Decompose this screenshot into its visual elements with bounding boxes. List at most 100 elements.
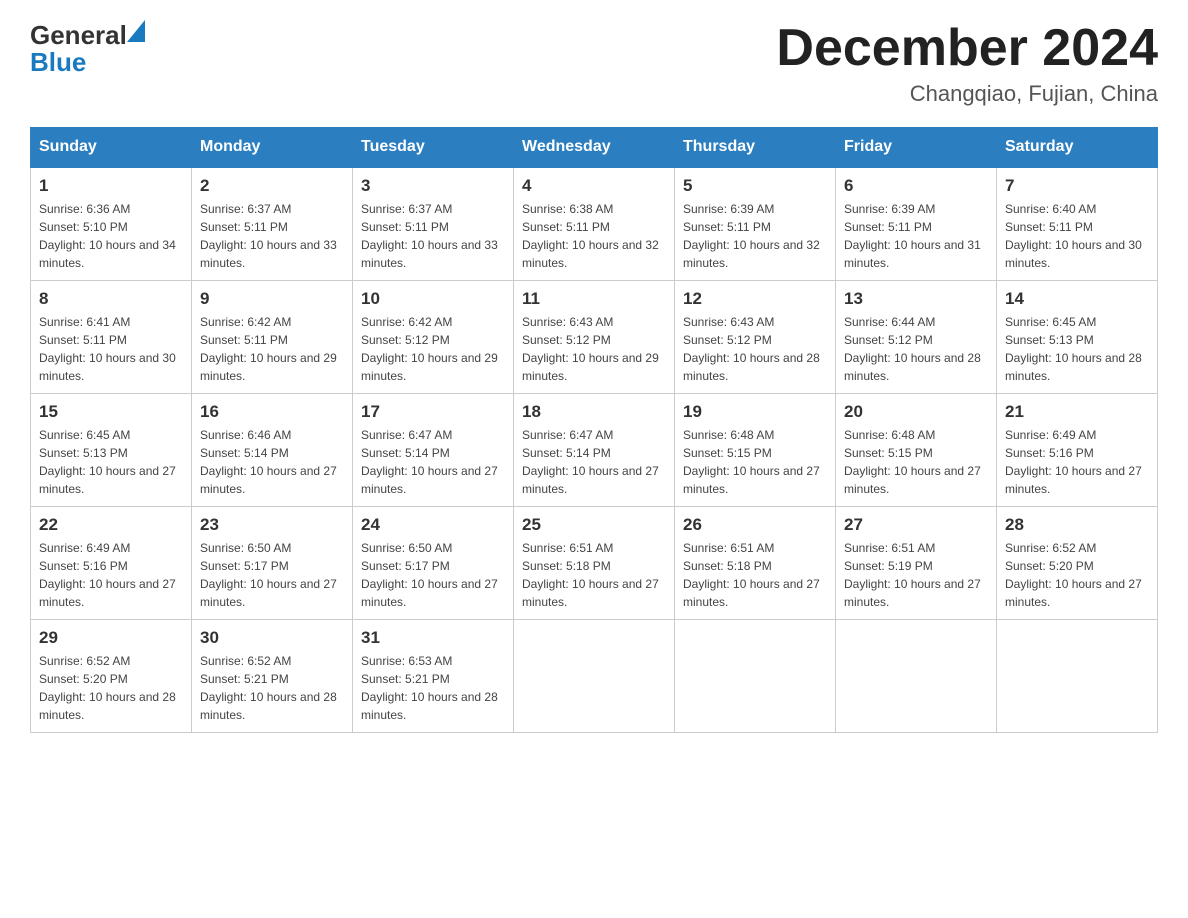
logo-area: General Blue — [30, 20, 145, 78]
day-number: 29 — [39, 628, 183, 648]
day-info: Sunrise: 6:52 AMSunset: 5:20 PMDaylight:… — [1005, 539, 1149, 611]
day-info: Sunrise: 6:47 AMSunset: 5:14 PMDaylight:… — [361, 426, 505, 498]
day-number: 9 — [200, 289, 344, 309]
calendar-row-0: 1Sunrise: 6:36 AMSunset: 5:10 PMDaylight… — [31, 167, 1158, 281]
day-number: 6 — [844, 176, 988, 196]
weekday-header-monday: Monday — [192, 128, 353, 168]
page-header: General Blue December 2024 Changqiao, Fu… — [30, 20, 1158, 107]
calendar-cell — [836, 620, 997, 733]
day-number: 12 — [683, 289, 827, 309]
day-info: Sunrise: 6:52 AMSunset: 5:20 PMDaylight:… — [39, 652, 183, 724]
calendar-cell — [675, 620, 836, 733]
location-subtitle: Changqiao, Fujian, China — [776, 81, 1158, 107]
day-info: Sunrise: 6:37 AMSunset: 5:11 PMDaylight:… — [361, 200, 505, 272]
calendar-cell: 28Sunrise: 6:52 AMSunset: 5:20 PMDayligh… — [997, 507, 1158, 620]
day-number: 1 — [39, 176, 183, 196]
calendar-cell: 25 Sunrise: 6:51 AMSunset: 5:18 PMDayligh… — [514, 507, 675, 620]
calendar-cell: 17 Sunrise: 6:47 AMSunset: 5:14 PMDayligh… — [353, 394, 514, 507]
day-info: Sunrise: 6:50 AMSunset: 5:17 PMDaylight:… — [200, 539, 344, 611]
day-number: 25 — [522, 515, 666, 535]
day-number: 11 — [522, 289, 666, 309]
day-info: Sunrise: 6:39 AMSunset: 5:11 PMDaylight:… — [683, 200, 827, 272]
day-info: Sunrise: 6:46 AMSunset: 5:14 PMDaylight:… — [200, 426, 344, 498]
weekday-header-sunday: Sunday — [31, 128, 192, 168]
calendar-row-1: 8 Sunrise: 6:41 AMSunset: 5:11 PMDaylight… — [31, 281, 1158, 394]
day-number: 8 — [39, 289, 183, 309]
month-title: December 2024 — [776, 20, 1158, 77]
day-number: 22 — [39, 515, 183, 535]
weekday-header-thursday: Thursday — [675, 128, 836, 168]
day-info: Sunrise: 6:45 AMSunset: 5:13 PMDaylight:… — [1005, 313, 1149, 385]
calendar-cell: 9 Sunrise: 6:42 AMSunset: 5:11 PMDaylight… — [192, 281, 353, 394]
calendar-cell: 23 Sunrise: 6:50 AMSunset: 5:17 PMDayligh… — [192, 507, 353, 620]
title-area: December 2024 Changqiao, Fujian, China — [776, 20, 1158, 107]
day-info: Sunrise: 6:43 AMSunset: 5:12 PMDaylight:… — [683, 313, 827, 385]
day-info: Sunrise: 6:42 AMSunset: 5:12 PMDaylight:… — [361, 313, 505, 385]
day-number: 14 — [1005, 289, 1149, 309]
day-info: Sunrise: 6:44 AMSunset: 5:12 PMDaylight:… — [844, 313, 988, 385]
calendar-cell — [514, 620, 675, 733]
logo-triangle-icon — [127, 18, 145, 49]
day-info: Sunrise: 6:41 AMSunset: 5:11 PMDaylight:… — [39, 313, 183, 385]
day-info: Sunrise: 6:50 AMSunset: 5:17 PMDaylight:… — [361, 539, 505, 611]
day-number: 19 — [683, 402, 827, 422]
calendar-row-2: 15Sunrise: 6:45 AMSunset: 5:13 PMDayligh… — [31, 394, 1158, 507]
day-info: Sunrise: 6:42 AMSunset: 5:11 PMDaylight:… — [200, 313, 344, 385]
day-number: 24 — [361, 515, 505, 535]
day-number: 18 — [522, 402, 666, 422]
day-number: 5 — [683, 176, 827, 196]
calendar-table: SundayMondayTuesdayWednesdayThursdayFrid… — [30, 127, 1158, 733]
day-number: 27 — [844, 515, 988, 535]
weekday-header-wednesday: Wednesday — [514, 128, 675, 168]
calendar-cell: 6 Sunrise: 6:39 AMSunset: 5:11 PMDaylight… — [836, 167, 997, 281]
calendar-cell: 4 Sunrise: 6:38 AMSunset: 5:11 PMDaylight… — [514, 167, 675, 281]
calendar-cell: 24 Sunrise: 6:50 AMSunset: 5:17 PMDayligh… — [353, 507, 514, 620]
day-number: 31 — [361, 628, 505, 648]
calendar-cell: 7 Sunrise: 6:40 AMSunset: 5:11 PMDaylight… — [997, 167, 1158, 281]
day-info: Sunrise: 6:37 AMSunset: 5:11 PMDaylight:… — [200, 200, 344, 272]
day-number: 23 — [200, 515, 344, 535]
day-number: 7 — [1005, 176, 1149, 196]
day-info: Sunrise: 6:49 AMSunset: 5:16 PMDaylight:… — [39, 539, 183, 611]
calendar-cell: 10Sunrise: 6:42 AMSunset: 5:12 PMDayligh… — [353, 281, 514, 394]
weekday-header-saturday: Saturday — [997, 128, 1158, 168]
calendar-cell: 14 Sunrise: 6:45 AMSunset: 5:13 PMDayligh… — [997, 281, 1158, 394]
day-number: 20 — [844, 402, 988, 422]
day-info: Sunrise: 6:52 AMSunset: 5:21 PMDaylight:… — [200, 652, 344, 724]
day-number: 17 — [361, 402, 505, 422]
day-number: 21 — [1005, 402, 1149, 422]
calendar-cell: 20 Sunrise: 6:48 AMSunset: 5:15 PMDayligh… — [836, 394, 997, 507]
calendar-cell: 13 Sunrise: 6:44 AMSunset: 5:12 PMDayligh… — [836, 281, 997, 394]
weekday-header-row: SundayMondayTuesdayWednesdayThursdayFrid… — [31, 128, 1158, 168]
calendar-header: SundayMondayTuesdayWednesdayThursdayFrid… — [31, 128, 1158, 168]
day-number: 30 — [200, 628, 344, 648]
calendar-body: 1Sunrise: 6:36 AMSunset: 5:10 PMDaylight… — [31, 167, 1158, 733]
day-number: 3 — [361, 176, 505, 196]
calendar-cell: 18Sunrise: 6:47 AMSunset: 5:14 PMDayligh… — [514, 394, 675, 507]
day-info: Sunrise: 6:40 AMSunset: 5:11 PMDaylight:… — [1005, 200, 1149, 272]
calendar-cell: 22 Sunrise: 6:49 AMSunset: 5:16 PMDayligh… — [31, 507, 192, 620]
day-info: Sunrise: 6:48 AMSunset: 5:15 PMDaylight:… — [844, 426, 988, 498]
calendar-cell: 1Sunrise: 6:36 AMSunset: 5:10 PMDaylight… — [31, 167, 192, 281]
day-info: Sunrise: 6:51 AMSunset: 5:18 PMDaylight:… — [683, 539, 827, 611]
weekday-header-friday: Friday — [836, 128, 997, 168]
day-info: Sunrise: 6:43 AMSunset: 5:12 PMDaylight:… — [522, 313, 666, 385]
calendar-cell: 15Sunrise: 6:45 AMSunset: 5:13 PMDayligh… — [31, 394, 192, 507]
day-info: Sunrise: 6:38 AMSunset: 5:11 PMDaylight:… — [522, 200, 666, 272]
calendar-row-3: 22 Sunrise: 6:49 AMSunset: 5:16 PMDayligh… — [31, 507, 1158, 620]
day-info: Sunrise: 6:51 AMSunset: 5:18 PMDaylight:… — [522, 539, 666, 611]
day-number: 26 — [683, 515, 827, 535]
day-info: Sunrise: 6:39 AMSunset: 5:11 PMDaylight:… — [844, 200, 988, 272]
calendar-cell: 5 Sunrise: 6:39 AMSunset: 5:11 PMDaylight… — [675, 167, 836, 281]
calendar-cell: 30 Sunrise: 6:52 AMSunset: 5:21 PMDayligh… — [192, 620, 353, 733]
calendar-cell: 29 Sunrise: 6:52 AMSunset: 5:20 PMDayligh… — [31, 620, 192, 733]
day-number: 2 — [200, 176, 344, 196]
day-info: Sunrise: 6:48 AMSunset: 5:15 PMDaylight:… — [683, 426, 827, 498]
calendar-row-4: 29 Sunrise: 6:52 AMSunset: 5:20 PMDayligh… — [31, 620, 1158, 733]
day-number: 13 — [844, 289, 988, 309]
day-number: 4 — [522, 176, 666, 196]
calendar-cell — [997, 620, 1158, 733]
day-info: Sunrise: 6:45 AMSunset: 5:13 PMDaylight:… — [39, 426, 183, 498]
calendar-cell: 11 Sunrise: 6:43 AMSunset: 5:12 PMDayligh… — [514, 281, 675, 394]
logo-blue-text: Blue — [30, 47, 86, 77]
